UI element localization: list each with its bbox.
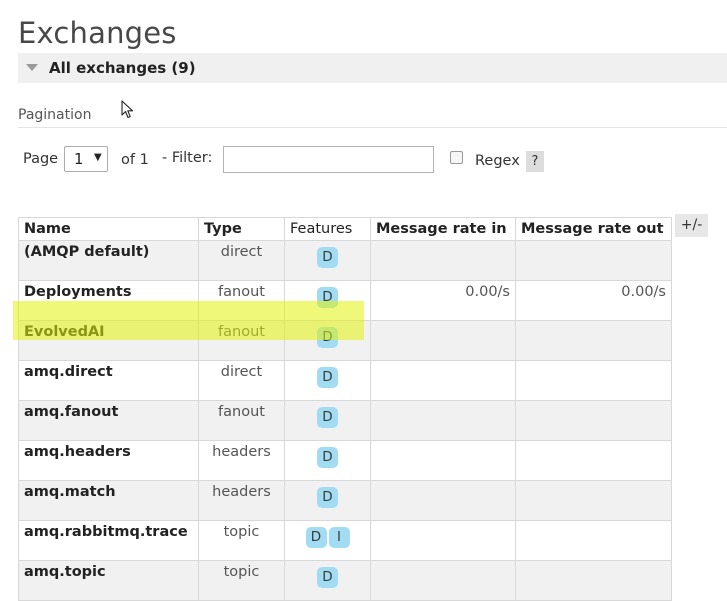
column-header-type[interactable]: Type bbox=[198, 217, 285, 241]
feature-badge: D bbox=[317, 247, 338, 268]
message-rate-out bbox=[515, 320, 672, 361]
collapse-triangle-icon bbox=[26, 64, 38, 71]
page-title: Exchanges bbox=[18, 16, 177, 50]
pagination-controls: Page 1 ▼ of 1 - Filter: Regex ? bbox=[0, 146, 727, 178]
table-row[interactable]: amq.rabbitmq.trace topic D I bbox=[18, 520, 672, 561]
column-header-rate-in[interactable]: Message rate in bbox=[370, 217, 516, 241]
message-rate-in bbox=[370, 560, 516, 601]
exchange-features: D bbox=[284, 320, 371, 361]
message-rate-in bbox=[370, 520, 516, 561]
exchange-name-link[interactable]: EvolvedAI bbox=[18, 320, 199, 361]
all-exchanges-section-toggle[interactable]: All exchanges (9) bbox=[18, 53, 727, 83]
exchange-name-link[interactable]: amq.topic bbox=[18, 560, 199, 601]
exchange-features: D bbox=[284, 240, 371, 281]
table-row[interactable]: EvolvedAI fanout D bbox=[18, 320, 672, 361]
message-rate-out bbox=[515, 360, 672, 401]
message-rate-out bbox=[515, 480, 672, 521]
table-row[interactable]: amq.match headers D bbox=[18, 480, 672, 521]
regex-help-button[interactable]: ? bbox=[526, 151, 544, 172]
table-row[interactable]: (AMQP default) direct D bbox=[18, 240, 672, 281]
message-rate-out bbox=[515, 440, 672, 481]
feature-badge: D bbox=[317, 407, 338, 428]
page-label: Page bbox=[23, 151, 59, 167]
column-header-rate-out[interactable]: Message rate out bbox=[515, 217, 672, 241]
feature-badge: D bbox=[317, 447, 338, 468]
feature-badge: D bbox=[317, 487, 338, 508]
message-rate-out bbox=[515, 400, 672, 441]
message-rate-out: 0.00/s bbox=[515, 280, 672, 321]
exchanges-table: Name Type Features Message rate in Messa… bbox=[18, 217, 672, 601]
exchange-features: D bbox=[284, 280, 371, 321]
section-title: All exchanges (9) bbox=[49, 59, 196, 77]
message-rate-out bbox=[515, 240, 672, 281]
filter-label: - Filter: bbox=[162, 150, 213, 166]
exchange-type: fanout bbox=[198, 320, 285, 361]
message-rate-in bbox=[370, 320, 516, 361]
feature-badge: D bbox=[317, 367, 338, 388]
exchange-name-link[interactable]: amq.direct bbox=[18, 360, 199, 401]
table-row[interactable]: amq.direct direct D bbox=[18, 360, 672, 401]
column-header-name[interactable]: Name bbox=[18, 217, 199, 241]
message-rate-in bbox=[370, 400, 516, 441]
exchange-name-link[interactable]: amq.headers bbox=[18, 440, 199, 481]
table-row[interactable]: amq.headers headers D bbox=[18, 440, 672, 481]
table-header-row: Name Type Features Message rate in Messa… bbox=[18, 217, 672, 241]
pagination-divider bbox=[18, 127, 727, 128]
exchange-type: fanout bbox=[198, 400, 285, 441]
toggle-columns-button[interactable]: +/- bbox=[675, 214, 708, 237]
exchange-name-link[interactable]: amq.rabbitmq.trace bbox=[18, 520, 199, 561]
table-row[interactable]: amq.topic topic D bbox=[18, 560, 672, 601]
exchange-type: headers bbox=[198, 480, 285, 521]
page-count-label: of 1 bbox=[121, 152, 149, 168]
message-rate-in: 0.00/s bbox=[370, 280, 516, 321]
pagination-label: Pagination bbox=[18, 107, 92, 123]
exchange-type: topic bbox=[198, 520, 285, 561]
feature-badge: D bbox=[317, 287, 338, 308]
exchange-name-link[interactable]: amq.fanout bbox=[18, 400, 199, 441]
feature-badge: D bbox=[305, 527, 327, 548]
feature-badge: D bbox=[317, 567, 338, 588]
message-rate-out bbox=[515, 520, 672, 561]
exchange-type: topic bbox=[198, 560, 285, 601]
table-row[interactable]: amq.fanout fanout D bbox=[18, 400, 672, 441]
page-select[interactable]: 1 ▼ bbox=[64, 146, 108, 172]
message-rate-in bbox=[370, 360, 516, 401]
filter-input[interactable] bbox=[223, 146, 434, 173]
exchange-name-link[interactable]: amq.match bbox=[18, 480, 199, 521]
exchange-type: headers bbox=[198, 440, 285, 481]
mouse-pointer-icon bbox=[121, 100, 134, 119]
exchange-type: direct bbox=[198, 240, 285, 281]
exchange-name-link[interactable]: (AMQP default) bbox=[18, 240, 199, 281]
exchange-features: D bbox=[284, 400, 371, 441]
message-rate-in bbox=[370, 480, 516, 521]
dropdown-arrow-icon: ▼ bbox=[94, 152, 102, 163]
exchange-features: D bbox=[284, 440, 371, 481]
feature-badge: D bbox=[317, 327, 338, 348]
table-row[interactable]: Deployments fanout D 0.00/s 0.00/s bbox=[18, 280, 672, 321]
exchange-name-link[interactable]: Deployments bbox=[18, 280, 199, 321]
exchange-features: D bbox=[284, 560, 371, 601]
column-header-features: Features bbox=[284, 217, 371, 241]
exchange-type: fanout bbox=[198, 280, 285, 321]
exchange-features: D bbox=[284, 360, 371, 401]
message-rate-out bbox=[515, 560, 672, 601]
regex-checkbox[interactable] bbox=[450, 151, 463, 164]
message-rate-in bbox=[370, 440, 516, 481]
page-select-value: 1 bbox=[74, 150, 84, 168]
message-rate-in bbox=[370, 240, 516, 281]
exchange-type: direct bbox=[198, 360, 285, 401]
exchange-features: DI bbox=[284, 520, 371, 561]
regex-label: Regex bbox=[475, 153, 520, 169]
exchange-features: D bbox=[284, 480, 371, 521]
feature-badge: I bbox=[328, 527, 350, 548]
